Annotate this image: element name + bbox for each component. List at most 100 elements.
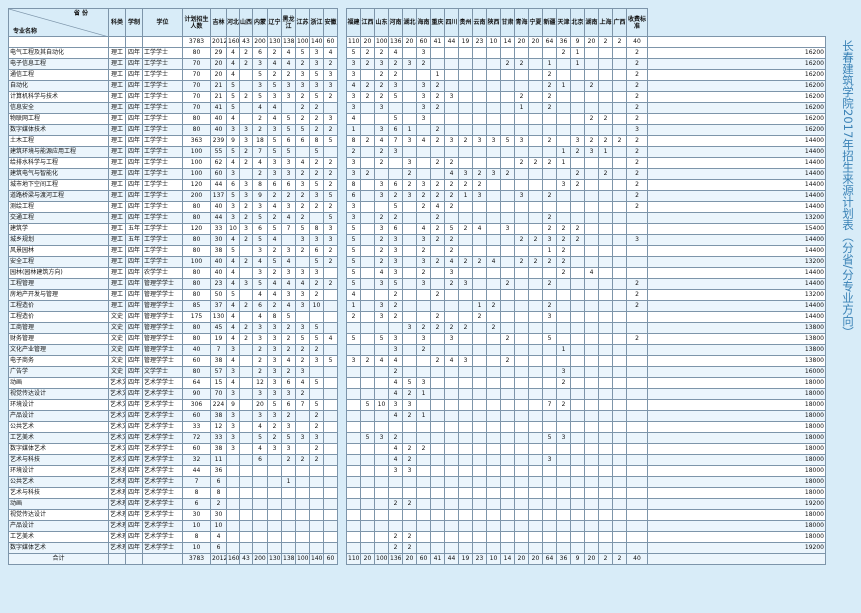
province-count-cell: 2 <box>542 300 557 312</box>
province-count-cell: 6 <box>281 135 296 147</box>
province-count-cell: 2 <box>514 234 529 246</box>
province-count-cell <box>360 377 375 389</box>
plan-count-cell: 306 <box>182 399 211 411</box>
province-count-cell: 3 <box>295 80 310 92</box>
summary-value: 130 <box>267 36 282 48</box>
province-count-cell <box>309 498 324 510</box>
province-header: 青海 <box>514 8 529 37</box>
province-count-cell <box>556 388 571 400</box>
province-count-cell <box>374 421 389 433</box>
province-count-cell <box>528 509 543 521</box>
province-count-cell <box>500 388 515 400</box>
province-count-cell <box>570 443 585 455</box>
category-cell: 艺术文 <box>108 399 126 411</box>
province-count-cell: 2 <box>267 421 282 433</box>
province-count-cell: 2 <box>239 201 253 213</box>
province-count-cell: 3 <box>226 201 240 213</box>
province-count-cell <box>584 322 599 334</box>
province-count-cell <box>584 190 599 202</box>
province-count-cell <box>430 377 445 389</box>
province-count-cell <box>626 531 648 543</box>
province-count-cell <box>416 289 431 301</box>
province-count-cell <box>458 69 473 81</box>
province-count-cell <box>542 366 557 378</box>
province-count-cell: 2 <box>252 124 268 136</box>
category-cell: 理工 <box>108 168 126 180</box>
province-count-cell <box>444 509 459 521</box>
province-count-cell: 2 <box>584 113 599 125</box>
province-count-cell: 4 <box>444 256 459 268</box>
plan-count-cell: 7 <box>182 476 211 488</box>
province-count-cell: 4 <box>295 377 310 389</box>
province-count-cell <box>472 113 487 125</box>
degree-cell: 工学学士 <box>142 212 183 224</box>
province-count-cell: 3 <box>323 69 338 81</box>
province-count-cell: 3 <box>416 256 431 268</box>
province-count-cell: 2 <box>309 157 324 169</box>
province-count-cell: 2 <box>542 135 557 147</box>
province-count-cell <box>458 476 473 488</box>
province-count-cell <box>444 289 459 301</box>
province-count-cell <box>612 355 627 367</box>
province-count-cell <box>295 146 310 158</box>
province-count-cell <box>323 443 338 455</box>
province-count-cell <box>360 124 375 136</box>
province-count-cell <box>500 190 515 202</box>
province-count-cell: 2 <box>295 168 310 180</box>
province-count-cell <box>556 531 571 543</box>
province-count-cell <box>528 399 543 411</box>
totals-empty-cell <box>125 553 143 565</box>
category-header: 科类 <box>108 8 126 37</box>
duration-cell: 四年 <box>125 520 143 532</box>
province-count-cell <box>458 80 473 92</box>
category-cell: 艺术理 <box>108 465 126 477</box>
province-count-cell <box>486 542 501 554</box>
plan-count-cell: 80 <box>182 267 211 279</box>
province-header: 江苏 <box>295 8 310 37</box>
plan-count-cell: 175 <box>182 311 211 323</box>
province-count-cell <box>239 531 253 543</box>
major-name-cell: 计算机科学与技术 <box>8 91 109 103</box>
province-count-cell <box>584 531 599 543</box>
province-count-cell <box>542 201 557 213</box>
province-count-cell <box>528 102 543 114</box>
column-separator <box>337 498 347 510</box>
province-count-cell <box>416 124 431 136</box>
province-count-cell <box>612 388 627 400</box>
province-count-cell <box>486 311 501 323</box>
major-name-cell: 物联网工程 <box>8 113 109 125</box>
province-count-cell <box>598 234 613 246</box>
province-count-cell: 5 <box>252 91 268 103</box>
province-count-cell: 3 <box>267 91 282 103</box>
totals-empty-cell <box>108 553 126 565</box>
province-count-cell: 5 <box>323 190 338 202</box>
province-count-cell: 3 <box>374 278 389 290</box>
province-count-cell: 2 <box>542 91 557 103</box>
province-count-cell: 2 <box>388 190 403 202</box>
table-row: 环境设计艺术文四年艺术学学士3062249205675510337218000 <box>8 399 826 411</box>
province-count-cell: 2 <box>252 344 268 356</box>
province-header: 海南 <box>416 8 431 37</box>
summary-value: 20 <box>402 36 417 48</box>
province-count-cell <box>570 498 585 510</box>
category-cell: 理工 <box>108 157 126 169</box>
province-count-cell: 36 <box>210 465 227 477</box>
province-count-cell <box>570 410 585 422</box>
province-count-cell <box>239 432 253 444</box>
plan-count-cell: 70 <box>182 69 211 81</box>
province-count-cell: 2 <box>444 190 459 202</box>
province-count-cell <box>416 454 431 466</box>
table-row: 建筑电气与智能化 理工 四年 工学学士 100 60 3 2 3 3 2 2 2 3 2 2 4 3 2 3 2 2 2 2 1… <box>8 168 826 180</box>
province-count-cell <box>486 234 501 246</box>
province-count-cell: 4 <box>267 289 282 301</box>
province-count-cell <box>295 476 310 488</box>
province-count-cell: 4 <box>226 256 240 268</box>
province-count-cell <box>416 520 431 532</box>
province-count-cell: 2 <box>374 69 389 81</box>
plan-count-cell: 80 <box>182 47 211 59</box>
province-count-cell <box>430 421 445 433</box>
province-count-cell <box>486 289 501 301</box>
category-cell: 艺术理 <box>108 520 126 532</box>
province-count-cell <box>626 465 648 477</box>
plan-count-cell: 90 <box>182 388 211 400</box>
